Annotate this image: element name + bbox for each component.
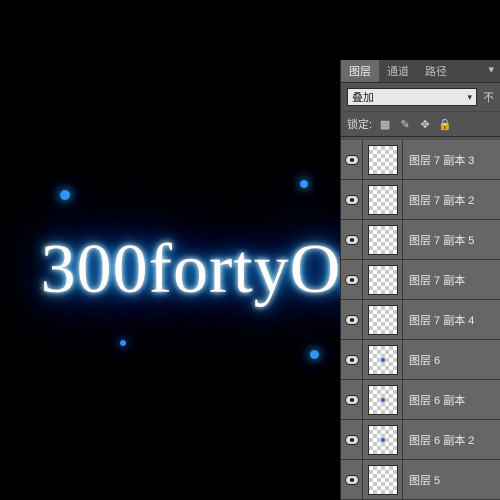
layer-name[interactable]: 图层 7 副本 3 [403,152,500,168]
lock-transparency-icon[interactable]: ▩ [378,117,392,131]
eye-icon [345,475,359,485]
layer-name[interactable]: 图层 7 副本 2 [403,192,500,208]
thumbnail-content-dot [381,398,385,402]
layer-thumbnail [368,185,398,215]
eye-icon [345,195,359,205]
visibility-toggle[interactable] [341,300,363,339]
layer-thumbnail-cell[interactable] [363,300,403,339]
lock-all-icon[interactable]: 🔒 [438,117,452,131]
eye-icon [345,235,359,245]
layer-thumbnail-cell[interactable] [363,180,403,219]
layers-list: 图层 7 副本 3 图层 7 副本 2 图层 7 副本 5 图层 7 副本图层 7 副… [341,140,500,500]
layer-thumbnail [368,465,398,495]
blend-mode-row: 叠加 ▾ 不 [341,83,500,111]
eye-icon [345,315,359,325]
visibility-toggle[interactable] [341,460,363,499]
thumbnail-content-dot [381,358,385,362]
layer-name[interactable]: 图层 6 [403,352,500,368]
layer-name[interactable]: 图层 6 副本 2 [403,432,500,448]
lock-label: 锁定: [347,116,372,132]
eye-icon [345,155,359,165]
light-particle [120,340,126,346]
visibility-toggle[interactable] [341,140,363,179]
layer-row[interactable]: 图层 6 [341,340,500,380]
layer-row[interactable]: 图层 7 副本 3 [341,140,500,180]
visibility-toggle[interactable] [341,380,363,419]
layer-row[interactable]: 图层 7 副本 2 [341,180,500,220]
layers-panel: 图层 通道 路径 ▾ 叠加 ▾ 不 锁定: ▩ ✎ ✥ 🔒 图层 7 副本 3图… [340,60,500,500]
layer-name[interactable]: 图层 6 副本 [403,392,500,408]
layer-thumbnail [368,145,398,175]
tab-layers[interactable]: 图层 [341,60,379,82]
layer-thumbnail-cell[interactable] [363,260,403,299]
layer-row[interactable]: 图层 6 副本 [341,380,500,420]
layer-name[interactable]: 图层 7 副本 [403,272,500,288]
light-particle [60,190,70,200]
layer-thumbnail [368,425,398,455]
visibility-toggle[interactable] [341,340,363,379]
panel-menu-button[interactable]: ▾ [455,60,500,82]
layer-thumbnail-cell[interactable] [363,420,403,459]
visibility-toggle[interactable] [341,180,363,219]
layer-thumbnail [368,385,398,415]
eye-icon [345,355,359,365]
layer-thumbnail [368,265,398,295]
tab-channels[interactable]: 通道 [379,60,417,82]
layer-name[interactable]: 图层 7 副本 4 [403,312,500,328]
layer-thumbnail-cell[interactable] [363,340,403,379]
layer-thumbnail [368,345,398,375]
layer-row[interactable]: 图层 7 副本 4 [341,300,500,340]
visibility-toggle[interactable] [341,420,363,459]
layer-thumbnail-cell[interactable] [363,380,403,419]
panel-tab-strip: 图层 通道 路径 ▾ [341,60,500,83]
eye-icon [345,395,359,405]
layer-row[interactable]: 图层 6 副本 2 [341,420,500,460]
layer-thumbnail [368,225,398,255]
thumbnail-content-dot [381,438,385,442]
layer-row[interactable]: 图层 7 副本 5 [341,220,500,260]
layer-name[interactable]: 图层 5 [403,472,500,488]
light-particle [300,180,308,188]
visibility-toggle[interactable] [341,260,363,299]
layer-thumbnail [368,305,398,335]
layer-row[interactable]: 图层 5 [341,460,500,500]
layer-row[interactable]: 图层 7 副本 [341,260,500,300]
eye-icon [345,435,359,445]
lock-pixels-icon[interactable]: ✎ [398,117,412,131]
layer-name[interactable]: 图层 7 副本 5 [403,232,500,248]
layer-thumbnail-cell[interactable] [363,460,403,499]
tab-paths[interactable]: 路径 [417,60,455,82]
layer-thumbnail-cell[interactable] [363,140,403,179]
blend-mode-value: 叠加 [352,89,374,105]
lock-position-icon[interactable]: ✥ [418,117,432,131]
chevron-down-icon: ▾ [467,92,472,103]
layer-thumbnail-cell[interactable] [363,220,403,259]
opacity-label-fragment: 不 [483,89,494,105]
blend-mode-select[interactable]: 叠加 ▾ [347,88,477,106]
lock-row: 锁定: ▩ ✎ ✥ 🔒 [341,111,500,137]
eye-icon [345,275,359,285]
light-particle [310,350,319,359]
visibility-toggle[interactable] [341,220,363,259]
